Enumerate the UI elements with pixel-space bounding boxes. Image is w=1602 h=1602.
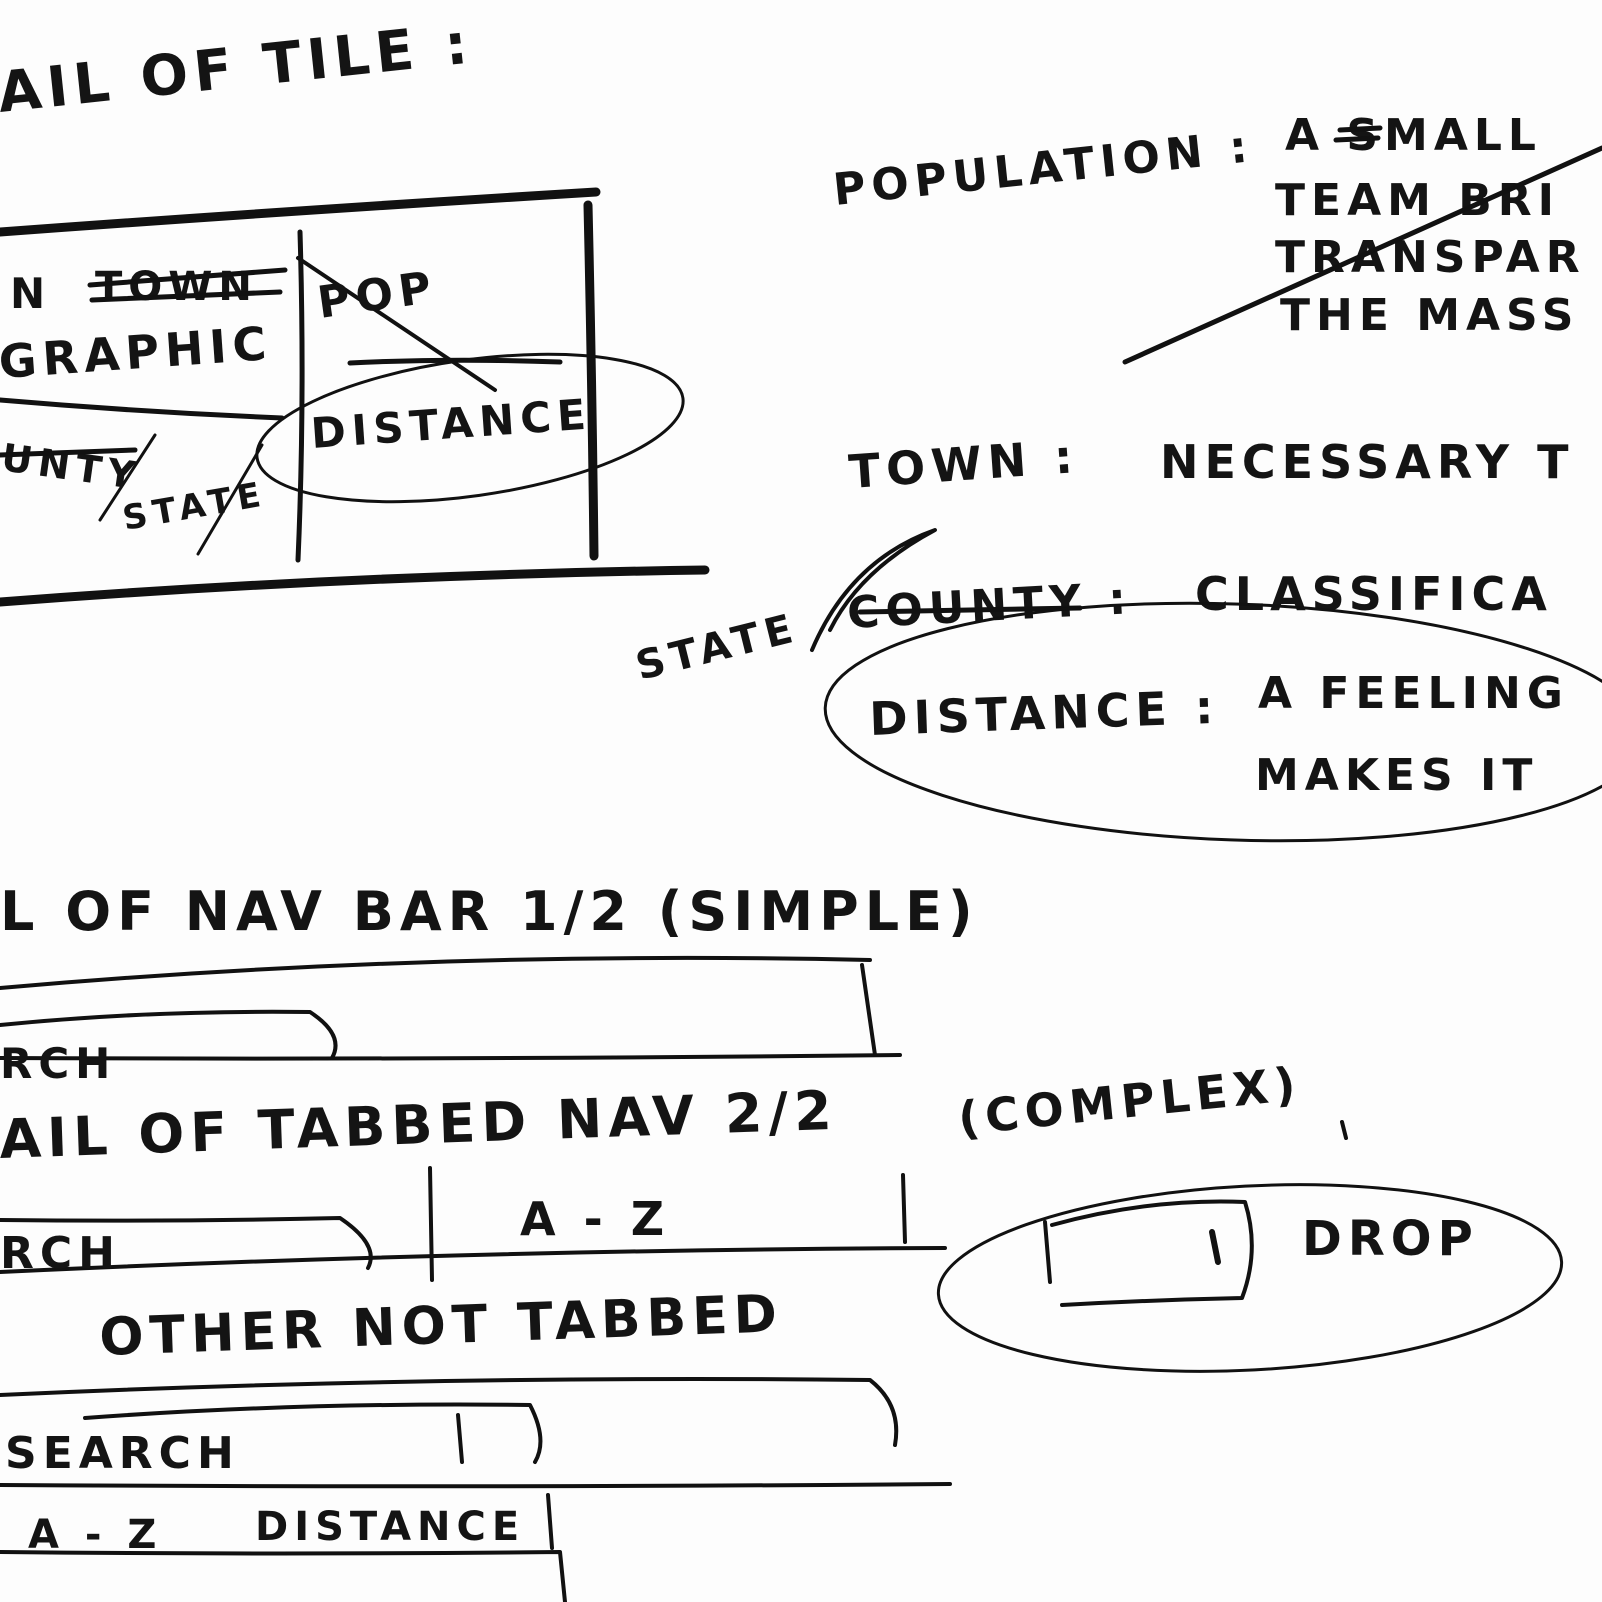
drop-label: DROP [1302,1211,1479,1267]
tabbed-tab-divider [428,1166,434,1282]
simple-navbar-bottom [0,1053,902,1061]
simple-search-label: RCH [0,1039,116,1088]
other-tab-right [546,1493,554,1550]
tile-distance-label: DISTANCE [309,389,593,458]
town-label: TOWN : [847,429,1080,499]
navbar-heading: L OF NAV BAR 1/2 (SIMPLE) [0,880,979,943]
tabbed-tick-mark [1340,1120,1348,1140]
other-navbar-wireframe [0,1377,952,1602]
distance-line-1: A FEELING [1258,668,1569,719]
other-tab-bottom [0,1550,567,1602]
population-label: POPULATION : [831,121,1256,216]
other-az-tab: A - Z [28,1512,162,1558]
dropdown-box-left [1043,1220,1052,1284]
tabbed-heading: AIL OF TABBED NAV 2/2 [0,1079,839,1171]
note-state-label: STATE [631,605,803,690]
tile-county-label: UNTY [0,435,144,498]
simple-navbar-top [0,955,872,990]
distance-line-2: MAKES IT [1255,750,1538,801]
simple-navbar-wireframe [0,955,902,1061]
note-distance-label: DISTANCE : [868,680,1220,746]
tabbed-navbar-right [901,1173,907,1244]
simple-navbar-right [860,963,877,1057]
population-line-1: A SMALL [1285,110,1542,161]
tile-box-right [583,200,599,561]
tabbed-navbar-bottom [0,1246,947,1274]
tile-state-label: STATE [120,474,270,539]
tile-box-top [0,187,601,237]
town-text: NECESSARY T [1160,435,1575,489]
dropdown-box [1050,1199,1254,1307]
tabbed-az-tab: A - Z [520,1192,670,1246]
population-line-2: TEAM BRI [1275,175,1560,226]
tile-crossed-word: TOWN [95,264,258,310]
population-line-4: THE MASS [1280,290,1579,341]
tile-box-divider [295,229,305,563]
tabbed-search-label: RCH [0,1228,121,1279]
tile-box-bottom [0,565,710,607]
tile-heading: AIL OF TILE : [0,11,476,126]
tile-pop-label: POP [314,262,440,329]
other-distance-tab: DISTANCE [255,1504,525,1550]
tile-box-mid-left [0,397,285,421]
tile-photo-label: GRAPHIC [0,316,274,389]
other-search-button [456,1413,464,1464]
sketch-canvas: AIL OF TILE : N TOWN GRAPHIC POP UNTY ST… [0,11,1602,1602]
other-search-label: SEARCH [5,1428,240,1479]
dropdown-caret [1209,1229,1221,1265]
tile-town-label: N [10,269,51,318]
other-heading: OTHER NOT TABBED [98,1284,783,1368]
other-navbar-divider [0,1482,952,1489]
tile-wireframe [0,187,710,607]
tabbed-suffix: (COMPLEX) [956,1056,1304,1146]
county-text: CLASSIFICA [1195,567,1553,621]
